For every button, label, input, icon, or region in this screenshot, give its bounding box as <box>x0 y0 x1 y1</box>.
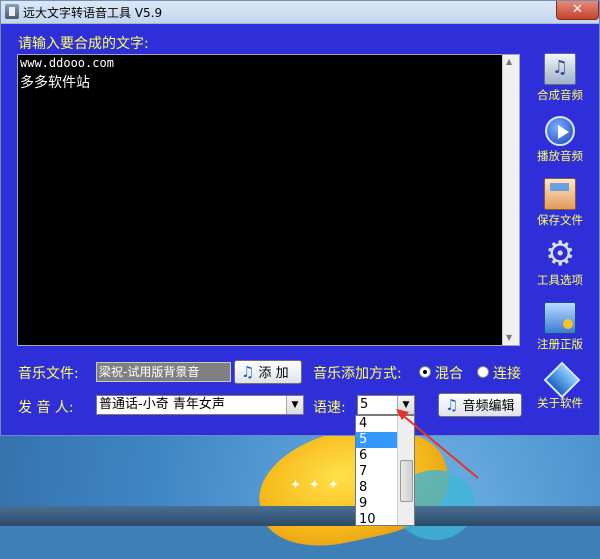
annotation-arrow <box>396 409 479 479</box>
